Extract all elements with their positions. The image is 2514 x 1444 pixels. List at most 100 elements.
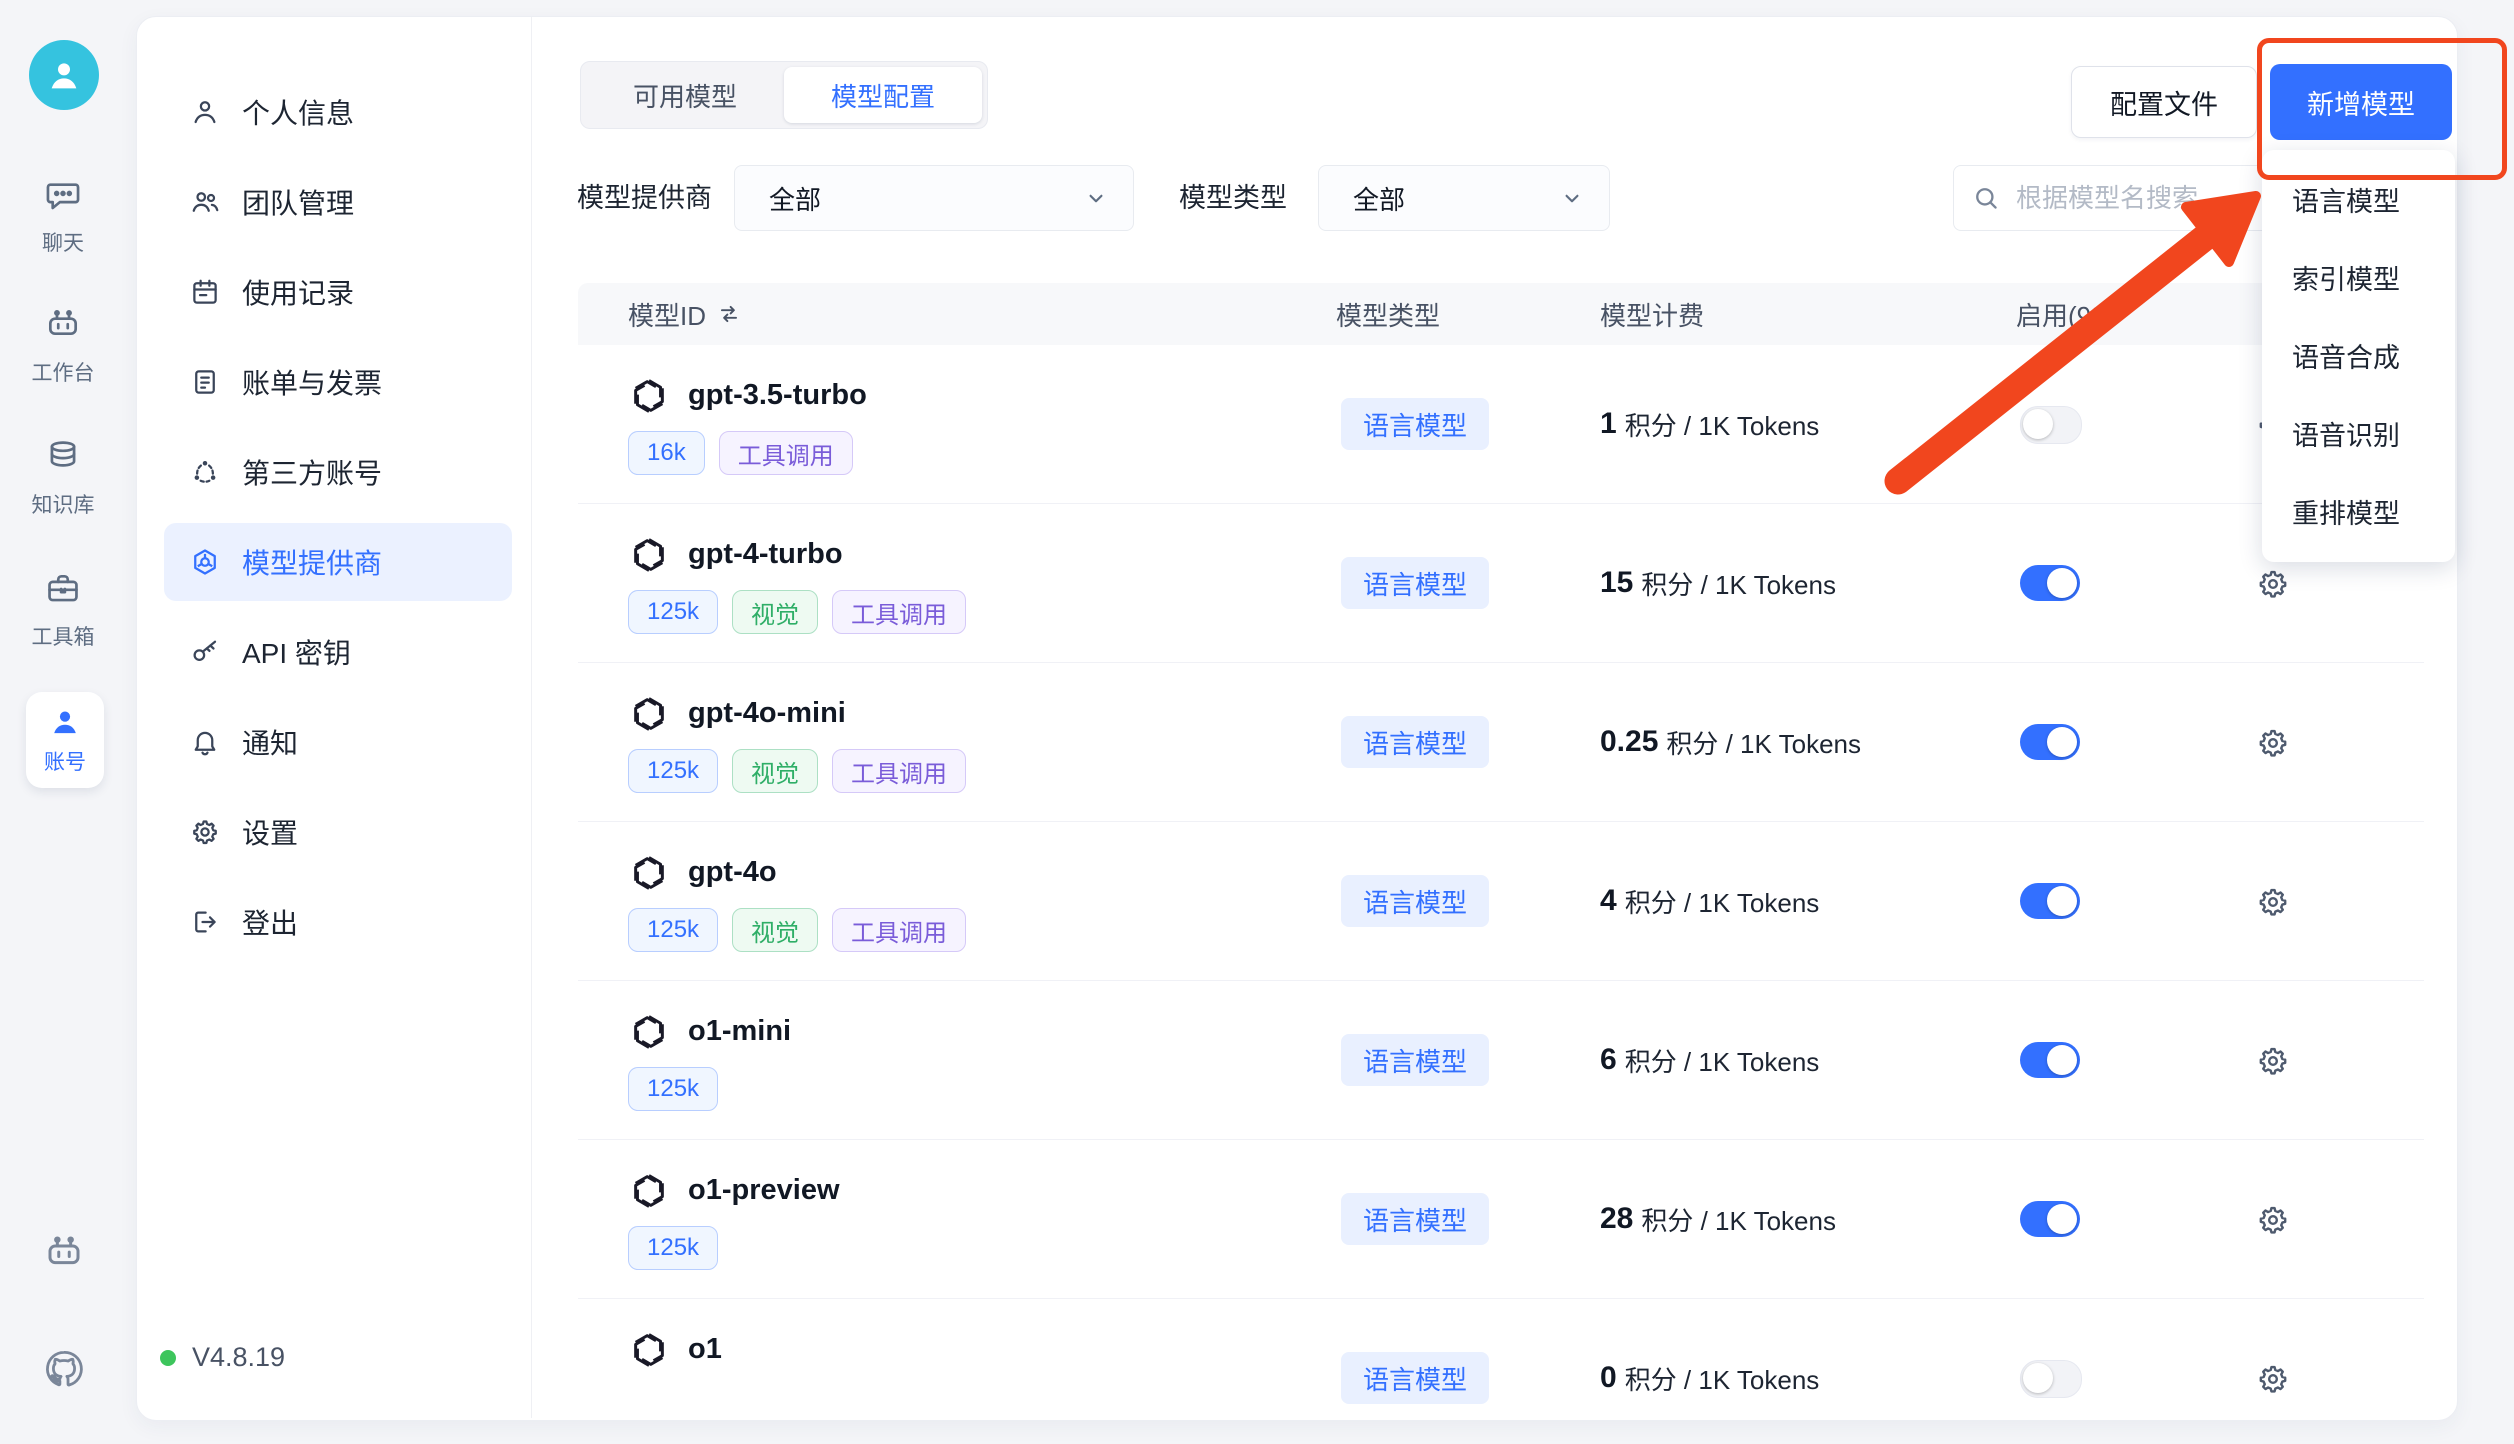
menu-item-index-model[interactable]: 索引模型 <box>2262 238 2455 316</box>
rail-label-account: 账号 <box>44 746 86 776</box>
briefcase-icon <box>44 570 82 608</box>
enable-toggle[interactable] <box>2020 724 2080 760</box>
rail-item-knowledge[interactable]: 知识库 <box>0 438 126 519</box>
enable-toggle[interactable] <box>2020 1201 2080 1237</box>
rail-item-chat[interactable]: 聊天 <box>0 176 126 257</box>
invoice-icon <box>190 367 220 397</box>
model-name: gpt-4o <box>688 856 777 889</box>
openai-logo-icon <box>628 693 670 735</box>
sidebar-divider <box>531 17 532 1418</box>
type-filter-value: 全部 <box>1353 180 1405 217</box>
gear-icon[interactable] <box>2256 1044 2290 1078</box>
left-rail: 聊天 工作台 知识库 工具箱 账号 <box>0 0 126 1444</box>
context-chip: 125k <box>628 1226 718 1270</box>
calendar-icon <box>190 277 220 307</box>
team-icon <box>190 187 220 217</box>
provider-filter-select[interactable]: 全部 <box>734 165 1134 231</box>
sidebar-item-thirdparty[interactable]: 第三方账号 <box>164 433 512 511</box>
enable-toggle[interactable] <box>2020 1360 2082 1398</box>
provider-filter-value: 全部 <box>769 180 821 217</box>
account-icon <box>47 704 83 740</box>
tab-model-config[interactable]: 模型配置 <box>784 67 982 123</box>
context-chip: 125k <box>628 590 718 634</box>
tool-call-chip: 工具调用 <box>832 749 966 793</box>
model-type-badge: 语言模型 <box>1341 875 1489 927</box>
table-row: gpt-4o-mini 125k 视觉 工具调用 语言模型 0.25积分 / 1… <box>578 663 2424 822</box>
model-type-badge: 语言模型 <box>1341 557 1489 609</box>
sidebar-item-logout[interactable]: 登出 <box>164 883 512 961</box>
sidebar-item-team[interactable]: 团队管理 <box>164 163 512 241</box>
gear-icon[interactable] <box>2256 1203 2290 1237</box>
account-sidebar: 个人信息 团队管理 使用记录 账单与发票 第三方账号 模型提供商 API 密钥 … <box>164 73 512 973</box>
context-chip: 125k <box>628 1067 718 1111</box>
rail-item-account[interactable]: 账号 <box>26 692 104 788</box>
model-type-badge: 语言模型 <box>1341 398 1489 450</box>
sidebar-item-api-keys[interactable]: API 密钥 <box>164 613 512 691</box>
rail-item-workbench[interactable]: 工作台 <box>0 306 126 387</box>
sidebar-item-model-provider[interactable]: 模型提供商 <box>164 523 512 601</box>
rail-label-chat: 聊天 <box>0 227 126 257</box>
chat-icon <box>44 176 82 214</box>
type-filter-select[interactable]: 全部 <box>1318 165 1610 231</box>
model-name: gpt-4-turbo <box>688 538 843 571</box>
menu-item-rerank-model[interactable]: 重排模型 <box>2262 472 2455 550</box>
context-chip: 125k <box>628 749 718 793</box>
table-row: o1-preview 125k 语言模型 28积分 / 1K Tokens <box>578 1140 2424 1299</box>
avatar[interactable] <box>29 40 99 110</box>
model-tags: 125k 视觉 工具调用 <box>628 590 966 634</box>
sidebar-item-label: 模型提供商 <box>242 542 382 582</box>
robot-bottom-icon[interactable] <box>43 1232 85 1274</box>
model-type-badge: 语言模型 <box>1341 1193 1489 1245</box>
logout-icon <box>190 907 220 937</box>
sidebar-item-billing[interactable]: 账单与发票 <box>164 343 512 421</box>
add-model-button[interactable]: 新增模型 <box>2270 64 2452 140</box>
model-name: o1-preview <box>688 1174 840 1207</box>
vision-chip: 视觉 <box>732 590 818 634</box>
model-type-badge: 语言模型 <box>1341 1352 1489 1404</box>
config-file-button[interactable]: 配置文件 <box>2071 66 2257 138</box>
enable-toggle[interactable] <box>2020 883 2080 919</box>
table-row: o1 语言模型 0积分 / 1K Tokens <box>578 1299 2424 1419</box>
sidebar-item-label: 个人信息 <box>242 92 354 132</box>
col-header-model-type: 模型类型 <box>1336 283 1440 345</box>
bell-icon <box>190 727 220 757</box>
gear-icon[interactable] <box>2256 1362 2290 1396</box>
sidebar-item-profile[interactable]: 个人信息 <box>164 73 512 151</box>
model-tags: 125k 视觉 工具调用 <box>628 908 966 952</box>
model-name: gpt-4o-mini <box>688 697 846 730</box>
menu-item-tts-model[interactable]: 语音合成 <box>2262 316 2455 394</box>
table-row: o1-mini 125k 语言模型 6积分 / 1K Tokens <box>578 981 2424 1140</box>
gear-icon[interactable] <box>2256 885 2290 919</box>
enable-toggle[interactable] <box>2020 1042 2080 1078</box>
rail-item-toolbox[interactable]: 工具箱 <box>0 570 126 651</box>
model-tags: 16k 工具调用 <box>628 431 853 475</box>
sidebar-item-notifications[interactable]: 通知 <box>164 703 512 781</box>
model-provider-icon <box>190 547 220 577</box>
col-header-model-billing: 模型计费 <box>1600 283 1704 345</box>
openai-logo-icon <box>628 375 670 417</box>
model-price: 6积分 / 1K Tokens <box>1600 981 1819 1139</box>
menu-item-language-model[interactable]: 语言模型 <box>2262 160 2455 238</box>
model-price: 15积分 / 1K Tokens <box>1600 504 1836 662</box>
model-price: 0积分 / 1K Tokens <box>1600 1299 1819 1419</box>
type-filter-label: 模型类型 <box>1179 165 1287 231</box>
add-model-menu: 语言模型 索引模型 语音合成 语音识别 重排模型 <box>2262 150 2455 562</box>
gear-icon[interactable] <box>2256 567 2290 601</box>
gear-icon[interactable] <box>2256 726 2290 760</box>
gear-icon <box>190 817 220 847</box>
sidebar-item-usage[interactable]: 使用记录 <box>164 253 512 331</box>
tab-available-models[interactable]: 可用模型 <box>586 67 784 123</box>
model-type-badge: 语言模型 <box>1341 1034 1489 1086</box>
sidebar-item-label: 团队管理 <box>242 182 354 222</box>
sidebar-item-settings[interactable]: 设置 <box>164 793 512 871</box>
vision-chip: 视觉 <box>732 749 818 793</box>
sort-icon[interactable] <box>716 301 742 327</box>
table-header: 模型ID 模型类型 模型计费 启用(98) <box>578 283 2424 345</box>
openai-logo-icon <box>628 1011 670 1053</box>
enable-toggle[interactable] <box>2020 565 2080 601</box>
enable-toggle[interactable] <box>2020 406 2082 444</box>
github-icon[interactable] <box>43 1348 85 1390</box>
model-tags: 125k 视觉 工具调用 <box>628 749 966 793</box>
menu-item-stt-model[interactable]: 语音识别 <box>2262 394 2455 472</box>
model-price: 4积分 / 1K Tokens <box>1600 822 1819 980</box>
